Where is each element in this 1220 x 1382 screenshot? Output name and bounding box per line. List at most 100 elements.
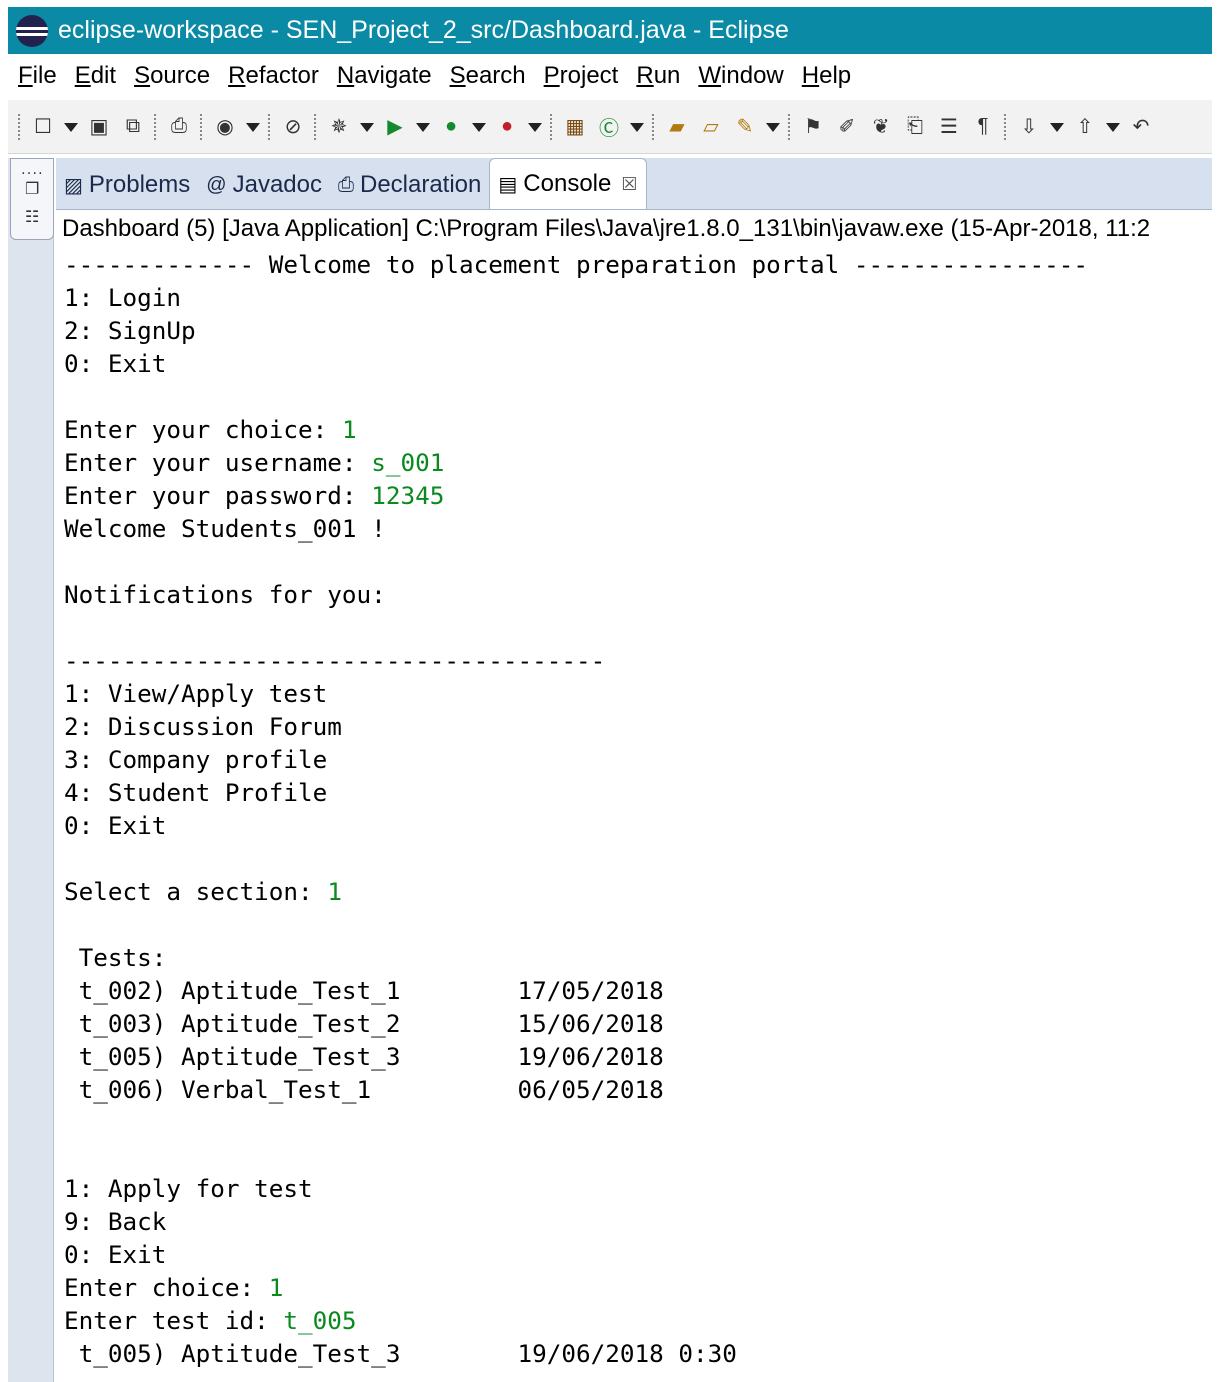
- next-annotation-icon[interactable]: ⇩: [1017, 115, 1041, 139]
- restore-icon[interactable]: ❐: [25, 179, 39, 199]
- minimized-view-strip: ․․․․ ❐ ☷: [8, 158, 54, 1382]
- new-icon[interactable]: ☐: [31, 115, 55, 139]
- bottom-view-tabbar: ▨ Problems @ Javadoc ⎙ Declaration ▤ Con…: [56, 158, 1212, 210]
- build-icon[interactable]: ◉: [213, 115, 237, 139]
- coverage-icon[interactable]: ●: [439, 115, 463, 139]
- console-line-text: -------------------------------------: [64, 646, 606, 675]
- close-icon[interactable]: ☒: [621, 174, 637, 195]
- console-line: ​: [64, 1139, 1212, 1172]
- show-whitespace-icon[interactable]: ☰: [937, 115, 961, 139]
- console-output[interactable]: ------------- Welcome to placement prepa…: [56, 248, 1212, 1382]
- view-menu-dots-icon[interactable]: ․․․․: [21, 161, 44, 178]
- console-line: t_005) Aptitude_Test_3 19/06/2018: [64, 1040, 1212, 1073]
- search-dropdown-icon[interactable]: [766, 115, 780, 139]
- block-selection-icon[interactable]: ⎗: [903, 115, 927, 139]
- console-line: ​: [64, 380, 1212, 413]
- previous-annotation-dropdown-icon[interactable]: [1106, 115, 1120, 139]
- console-line: 0: Exit: [64, 1238, 1212, 1271]
- back-icon[interactable]: ↶: [1129, 115, 1153, 139]
- open-folder-icon[interactable]: ▱: [699, 115, 723, 139]
- console-line: ​: [64, 842, 1212, 875]
- console-line-text: 0: Exit: [64, 1240, 167, 1269]
- menu-project[interactable]: Project: [544, 62, 619, 90]
- console-line: ​: [64, 545, 1212, 578]
- console-line: 1: Login: [64, 281, 1212, 314]
- tab-label: Problems: [88, 171, 191, 198]
- console-line: t_003) Aptitude_Test_2 15/06/2018: [64, 1007, 1212, 1040]
- toolbar-separator: [652, 113, 656, 140]
- eclipse-logo-icon: [16, 14, 48, 47]
- console-line-text: Enter your password:: [64, 481, 372, 510]
- console-user-input: t_005: [283, 1306, 357, 1335]
- menu-source[interactable]: Source: [134, 62, 210, 90]
- package-explorer-icon[interactable]: ☷: [25, 207, 39, 227]
- console-line: 1: View/Apply test: [64, 677, 1212, 710]
- tab-declaration[interactable]: ⎙ Declaration: [330, 161, 489, 209]
- run-icon[interactable]: ▶: [383, 115, 407, 139]
- toolbar-separator: [550, 113, 554, 140]
- console-line: Welcome Students_001 !: [64, 512, 1212, 545]
- menu-navigate[interactable]: Navigate: [337, 62, 432, 90]
- toolbar-separator: [268, 113, 272, 140]
- console-line: t_006) Verbal_Test_1 06/05/2018: [64, 1073, 1212, 1106]
- next-annotation-dropdown-icon[interactable]: [1050, 115, 1064, 139]
- tab-problems[interactable]: ▨ Problems: [56, 161, 198, 209]
- tab-console[interactable]: ▤ Console ☒: [489, 158, 647, 209]
- menu-help[interactable]: Help: [802, 62, 851, 90]
- menu-search[interactable]: Search: [450, 62, 526, 90]
- console-line: 2: Discussion Forum: [64, 710, 1212, 743]
- console-line: 9: Back: [64, 1205, 1212, 1238]
- console-line-text: Notifications for you:: [64, 580, 386, 609]
- print-icon[interactable]: ⎙: [167, 115, 191, 139]
- menu-file[interactable]: File: [18, 62, 57, 90]
- console-line-text: Tests:: [64, 943, 167, 972]
- save-all-icon[interactable]: ⧉: [121, 115, 145, 139]
- build-dropdown-icon[interactable]: [246, 115, 260, 139]
- console-line: 0: Exit: [64, 347, 1212, 380]
- open-type-icon[interactable]: ▰: [665, 115, 689, 139]
- console-line: 1: Apply for test: [64, 1172, 1212, 1205]
- new-java-class-icon[interactable]: Ⓒ: [597, 115, 621, 140]
- console-line-text: 1: Login: [64, 283, 182, 312]
- console-line-text: t_005) Aptitude_Test_3 19/06/2018: [64, 1042, 664, 1071]
- console-line-text: t_005) Aptitude_Test_3 19/06/2018 0:30: [64, 1339, 737, 1368]
- new-java-package-icon[interactable]: ▦: [563, 115, 587, 139]
- console-line-text: 1: Apply for test: [64, 1174, 313, 1203]
- run-dropdown-icon[interactable]: [416, 115, 430, 139]
- window-title: eclipse-workspace - SEN_Project_2_src/Da…: [58, 16, 789, 44]
- console-line-text: Enter test id:: [64, 1306, 284, 1335]
- debug-icon[interactable]: ✵: [327, 115, 351, 139]
- console-line-text: 9: Back: [64, 1207, 167, 1236]
- console-line: -------------------------------------: [64, 644, 1212, 677]
- menu-edit[interactable]: Edit: [75, 62, 116, 90]
- pen-icon[interactable]: ✐: [835, 115, 859, 139]
- external-tools-icon[interactable]: ●: [495, 115, 519, 139]
- minimized-view-panel: ․․․․ ❐ ☷: [10, 158, 54, 240]
- new-dropdown-icon[interactable]: [64, 115, 78, 139]
- declaration-icon: ⎙: [337, 173, 354, 196]
- pin-icon[interactable]: ⚑: [801, 115, 825, 139]
- console-line: t_002) Aptitude_Test_1 17/05/2018: [64, 974, 1212, 1007]
- tab-label: Console: [523, 170, 612, 197]
- console-line: Enter test id: t_005: [64, 1304, 1212, 1337]
- tab-javadoc[interactable]: @ Javadoc: [198, 161, 330, 209]
- paragraph-icon[interactable]: ¶: [971, 115, 995, 139]
- external-tools-dropdown-icon[interactable]: [528, 115, 542, 139]
- mark-occurrences-icon[interactable]: ❦: [869, 115, 893, 139]
- console-line-text: t_006) Verbal_Test_1 06/05/2018: [64, 1075, 664, 1104]
- search-task-icon[interactable]: ✎: [733, 115, 757, 139]
- new-class-dropdown-icon[interactable]: [630, 115, 644, 139]
- skip-breakpoints-icon[interactable]: ⊘: [281, 115, 305, 139]
- debug-dropdown-icon[interactable]: [360, 115, 374, 139]
- save-icon[interactable]: ▣: [87, 115, 111, 139]
- console-line: 0: Exit: [64, 809, 1212, 842]
- console-user-input: 1: [268, 1273, 284, 1302]
- toolbar-separator: [200, 113, 204, 140]
- console-line-text: 2: Discussion Forum: [64, 712, 342, 741]
- menu-window[interactable]: Window: [698, 62, 783, 90]
- menu-refactor[interactable]: Refactor: [228, 62, 319, 90]
- coverage-dropdown-icon[interactable]: [472, 115, 486, 139]
- previous-annotation-icon[interactable]: ⇧: [1073, 115, 1097, 139]
- menu-run[interactable]: Run: [636, 62, 680, 90]
- console-line: Notifications for you:: [64, 578, 1212, 611]
